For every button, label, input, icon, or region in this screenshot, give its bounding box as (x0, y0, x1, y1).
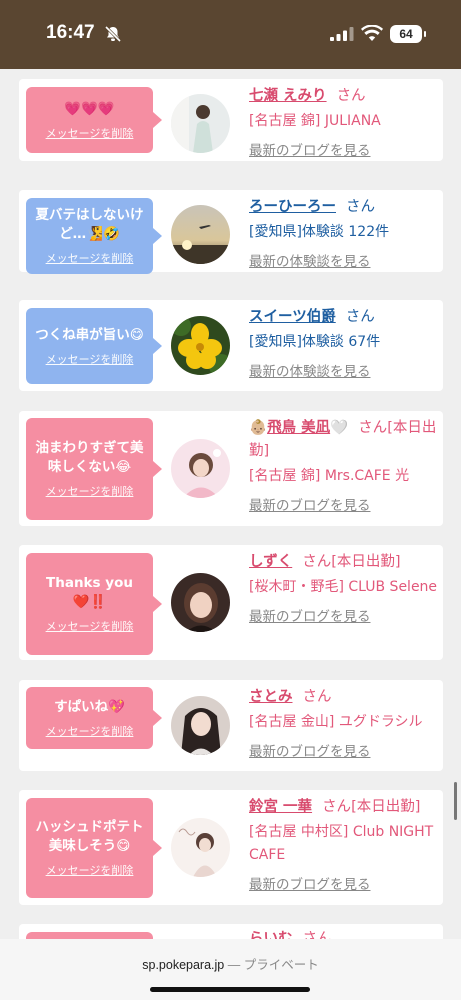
message-card: ハッシュドポテト美味しそう😋 メッセージを削除 鈴宮 一華 さん[本日出勤] [名… (19, 790, 443, 905)
review-count: [愛知県]体験談 67件 (249, 334, 381, 350)
profile-info: さとみ さん [名古屋 金山] ユグドラシル 最新のブログを見る (249, 686, 439, 760)
profile-info: しずく さん[本日出勤] [桜木町・野毛] CLUB Selene 最新のブログを… (249, 551, 439, 625)
message-card: Thanks you❤️‼️ メッセージを削除 しずく さん[本日出勤] [桜木町… (19, 545, 443, 660)
avatar[interactable] (171, 696, 230, 755)
status-bar: 16:47 64 (0, 0, 461, 69)
delete-message-link[interactable]: メッセージを削除 (46, 351, 134, 367)
message-text: すぱいね💖 (54, 698, 125, 715)
message-text: 油まわりすぎて美味しくない😂 (35, 440, 144, 475)
message-bubble: すぱいね💖 メッセージを削除 (26, 687, 162, 749)
profile-name-link[interactable]: 七瀬 えみり (249, 88, 327, 104)
latest-review-link[interactable]: 最新の体験談を見る (249, 250, 439, 270)
delete-message-link[interactable]: メッセージを削除 (46, 250, 134, 266)
avatar[interactable] (171, 94, 230, 153)
url-text: sp.pokepara.jp (142, 958, 225, 972)
message-bubble: Thanks you❤️‼️ メッセージを削除 (26, 553, 162, 655)
honorific: さん (322, 799, 352, 815)
message-text: 💗💗💗 (64, 100, 115, 117)
message-card: 油まわりすぎて美味しくない😂 メッセージを削除 👶🏼飛鳥 美凪🤍 さん[本日出勤]… (19, 411, 443, 526)
profile-name-link[interactable]: スイーツ伯爵 (249, 309, 336, 325)
message-text: つくね串が旨い😋 (35, 326, 144, 343)
name-suffix: 🤍 (330, 420, 349, 436)
private-mode-label: プライベート (243, 958, 319, 972)
delete-message-link[interactable]: メッセージを削除 (46, 618, 134, 634)
browser-address-bar[interactable]: sp.pokepara.jp — プライベート (0, 939, 461, 1000)
profile-name-link[interactable]: 鈴宮 一華 (249, 799, 312, 815)
latest-blog-link[interactable]: 最新のブログを見る (249, 873, 439, 893)
profile-info: らいむ さん (249, 928, 439, 939)
battery-icon: 64 (390, 25, 426, 43)
name-prefix: 👶🏼 (249, 420, 268, 436)
shop-name: [名古屋 金山] ユグドラシル (249, 714, 423, 730)
honorific: さん (358, 420, 388, 436)
message-text: 夏バテはしないけど…🧏🤣 (35, 207, 144, 242)
status-time: 16:47 (46, 22, 95, 43)
honorific: さん (302, 689, 332, 705)
latest-review-link[interactable]: 最新の体験談を見る (249, 360, 439, 380)
message-bubble: ハッシュドポテト美味しそう😋 メッセージを削除 (26, 798, 162, 898)
message-card: 夏バテはしないけど…🧏🤣 メッセージを削除 ろーひーろー さん [愛知県]体験談… (19, 190, 443, 274)
profile-info: 鈴宮 一華 さん[本日出勤] [名古屋 中村区] Club NIGHT CAFE … (249, 796, 439, 893)
review-count: [愛知県]体験談 122件 (249, 224, 390, 240)
work-status: [本日出勤] (351, 799, 421, 815)
message-card: すぱいね💖 メッセージを削除 さとみ さん [名古屋 金山] ユグドラシル 最新の… (19, 680, 443, 771)
latest-blog-link[interactable]: 最新のブログを見る (249, 139, 439, 159)
profile-name-link[interactable]: ろーひーろー (249, 199, 336, 215)
avatar[interactable] (171, 205, 230, 264)
profile-name-link[interactable]: さとみ (249, 689, 293, 705)
work-status: [本日出勤] (331, 554, 401, 570)
profile-info: ろーひーろー さん [愛知県]体験談 122件 最新の体験談を見る (249, 196, 439, 270)
message-card: つくね串が旨い😋 メッセージを削除 スイーツ伯爵 さん [愛知県]体験談 67件… (19, 300, 443, 391)
message-bubble: 💗💗💗 メッセージを削除 (26, 87, 162, 153)
cellular-signal-icon (330, 27, 354, 41)
message-card: らいむ さん (19, 924, 443, 939)
message-text: ハッシュドポテト美味しそう😋 (35, 819, 144, 854)
latest-blog-link[interactable]: 最新のブログを見る (249, 605, 439, 625)
message-bubble: 油まわりすぎて美味しくない😂 メッセージを削除 (26, 418, 162, 520)
message-text: Thanks you❤️‼️ (46, 575, 133, 610)
profile-name-link[interactable]: しずく (249, 554, 292, 570)
profile-info: スイーツ伯爵 さん [愛知県]体験談 67件 最新の体験談を見る (249, 306, 439, 380)
profile-info: 七瀬 えみり さん [名古屋 錦] JULIANA 最新のブログを見る (249, 85, 439, 159)
avatar[interactable] (171, 818, 230, 877)
delete-message-link[interactable]: メッセージを削除 (46, 862, 134, 878)
bell-off-icon (104, 25, 122, 43)
shop-name: [名古屋 錦] Mrs.CAFE 光 (249, 468, 410, 484)
shop-name: [名古屋 錦] JULIANA (249, 113, 381, 129)
honorific: さん (336, 88, 366, 104)
profile-name-link[interactable]: 飛鳥 美凪 (267, 420, 330, 436)
honorific: さん (302, 931, 332, 939)
url-separator: — (227, 958, 241, 972)
avatar[interactable] (171, 439, 230, 498)
shop-name: [名古屋 中村区] Club NIGHT CAFE (249, 824, 434, 863)
delete-message-link[interactable]: メッセージを削除 (46, 125, 134, 141)
honorific: さん (345, 309, 375, 325)
message-bubble: つくね串が旨い😋 メッセージを削除 (26, 308, 162, 384)
message-bubble (26, 932, 153, 939)
profile-name-link[interactable]: らいむ (249, 931, 293, 939)
avatar[interactable] (171, 573, 230, 632)
profile-info: 👶🏼飛鳥 美凪🤍 さん[本日出勤] [名古屋 錦] Mrs.CAFE 光 最新のブ… (249, 417, 439, 514)
latest-blog-link[interactable]: 最新のブログを見る (249, 740, 439, 760)
avatar[interactable] (171, 316, 230, 375)
latest-blog-link[interactable]: 最新のブログを見る (249, 494, 439, 514)
message-card: 💗💗💗 メッセージを削除 七瀬 えみり さん [名古屋 錦] JULIANA 最新… (19, 79, 443, 161)
wifi-icon (361, 25, 383, 41)
message-feed[interactable]: 💗💗💗 メッセージを削除 七瀬 えみり さん [名古屋 錦] JULIANA 最新… (0, 69, 461, 939)
delete-message-link[interactable]: メッセージを削除 (46, 723, 134, 739)
home-indicator[interactable] (150, 987, 310, 992)
scroll-indicator[interactable] (454, 782, 457, 820)
url-display[interactable]: sp.pokepara.jp — プライベート (0, 954, 461, 973)
honorific: さん (346, 199, 375, 215)
delete-message-link[interactable]: メッセージを削除 (46, 483, 134, 499)
message-bubble: 夏バテはしないけど…🧏🤣 メッセージを削除 (26, 198, 162, 274)
honorific: さん (302, 554, 332, 570)
shop-name: [桜木町・野毛] CLUB Selene (249, 579, 438, 595)
